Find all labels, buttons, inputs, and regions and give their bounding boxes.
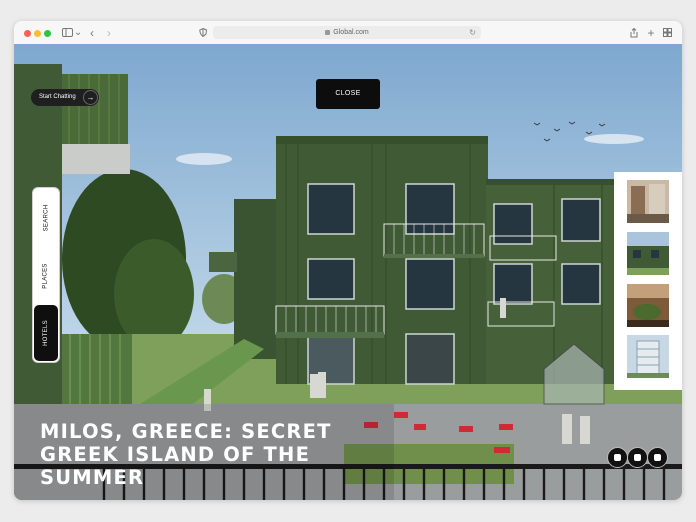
nav-item-label: PLACES (42, 263, 49, 289)
start-chatting-label: Start Chatting (39, 94, 76, 100)
address-bar[interactable]: Global.com ↻ (213, 26, 481, 39)
side-nav: SEARCH PLACES HOTELS (32, 187, 60, 363)
thumbnail-image[interactable] (627, 180, 669, 223)
close-window-button[interactable] (24, 30, 31, 37)
new-tab-icon[interactable]: + (646, 25, 656, 40)
hero-scene: Start Chatting → CLOSE SEARCH PLACES HOT… (14, 44, 682, 500)
chevron-down-icon[interactable]: ⌄ (74, 25, 82, 40)
thumbnail-image[interactable] (627, 335, 669, 378)
nav-item-places[interactable]: PLACES (33, 248, 59, 304)
nav-item-search[interactable]: SEARCH (33, 190, 59, 246)
browser-toolbar: ⌄ ‹ › Global.com ↻ + (14, 21, 682, 45)
zoom-window-button[interactable] (44, 30, 51, 37)
nav-item-label: HOTELS (43, 320, 49, 346)
privacy-shield-icon[interactable] (198, 25, 208, 40)
instagram-icon[interactable] (627, 447, 648, 468)
close-button[interactable]: CLOSE (316, 79, 380, 109)
browser-window: ⌄ ‹ › Global.com ↻ + Start Chatting → CL… (14, 21, 682, 500)
tab-overview-icon[interactable] (662, 25, 672, 40)
youtube-icon[interactable] (647, 447, 668, 468)
hero-headline: MILOS, GREECE: SECRET GREEK ISLAND OF TH… (40, 420, 332, 489)
start-chatting-button[interactable]: Start Chatting → (31, 89, 99, 106)
nav-item-label: SEARCH (43, 204, 49, 232)
share-icon[interactable] (629, 25, 639, 40)
arrow-right-icon: → (83, 90, 98, 105)
thumbnail-image[interactable] (627, 232, 669, 275)
minimize-window-button[interactable] (34, 30, 41, 37)
lock-icon (325, 29, 331, 35)
url-text: Global.com (333, 29, 369, 36)
sidebar-icon[interactable] (60, 25, 74, 40)
thumbnail-panel (614, 172, 682, 390)
thumbnail-image[interactable] (627, 284, 669, 327)
reload-icon[interactable]: ↻ (469, 26, 476, 39)
nav-item-hotels[interactable]: HOTELS (34, 305, 58, 361)
forward-icon[interactable]: › (104, 25, 114, 40)
facebook-icon[interactable] (607, 447, 628, 468)
back-icon[interactable]: ‹ (87, 25, 97, 40)
